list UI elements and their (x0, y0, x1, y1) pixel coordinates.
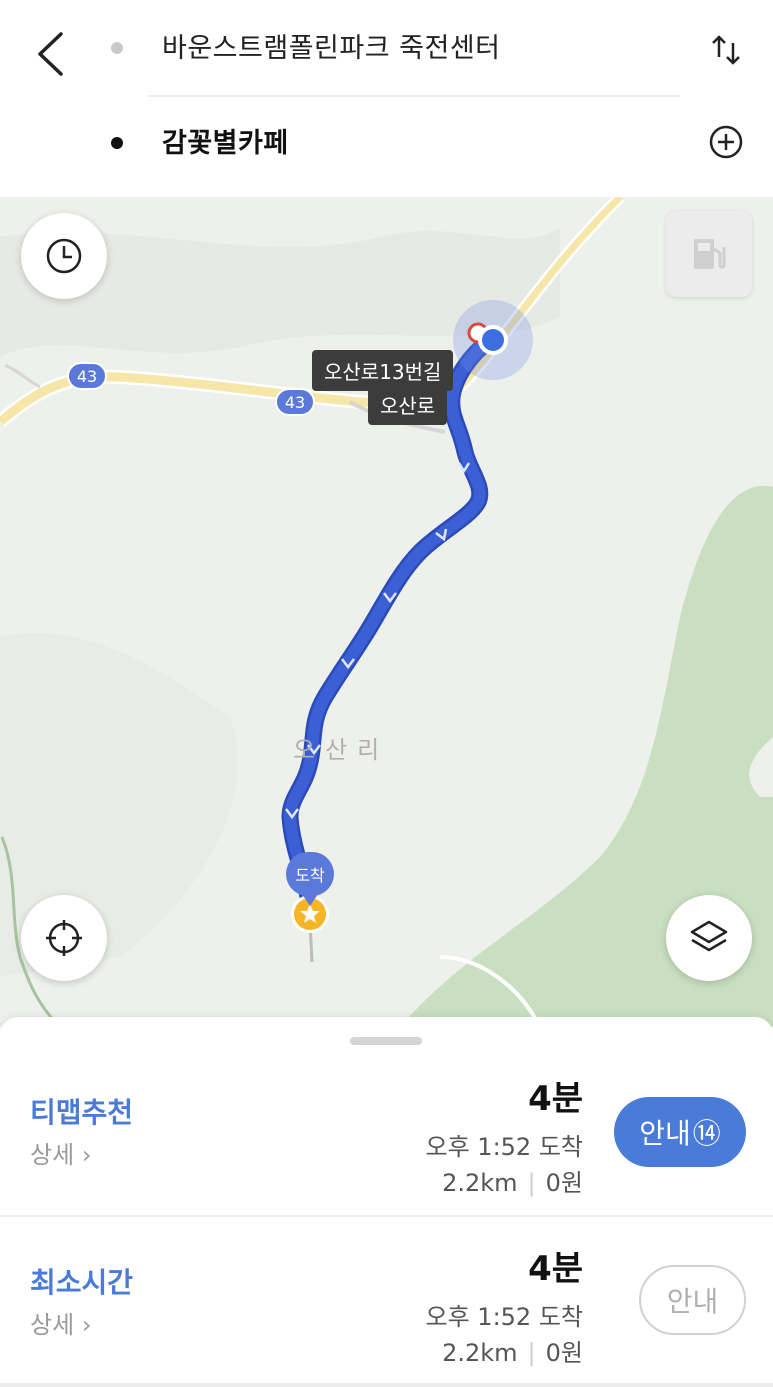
route-cost: 0원 (545, 1169, 583, 1197)
route-duration: 4분 (528, 1249, 583, 1289)
bottom-edge (0, 1383, 773, 1387)
current-location-dot (482, 329, 504, 351)
back-arrow-icon (38, 32, 63, 76)
route-title: 티맵추천 (30, 1096, 134, 1129)
guidance-count-badge: ⑭ (692, 1117, 721, 1150)
destination-field[interactable]: 감꽃별카페 (162, 121, 289, 160)
back-button[interactable] (30, 26, 70, 82)
chevron-right-icon: › (81, 1311, 92, 1339)
route-option-recommended[interactable]: 티맵추천 상세 › 4분 오후 1:52 도착 2.2km | 0원 안내 ⑭ (0, 1047, 773, 1217)
detail-label: 상세 (30, 1311, 75, 1339)
route-info: 2.2km | 0원 (442, 1163, 583, 1198)
detail-label: 상세 (30, 1141, 75, 1169)
fuel-button[interactable] (666, 211, 752, 297)
add-waypoint-icon (709, 125, 743, 159)
route-option-fastest[interactable]: 최소시간 상세 › 4분 오후 1:52 도착 2.2km | 0원 안내 (0, 1217, 773, 1387)
guidance-label: 안내 (639, 1117, 691, 1150)
layers-icon (690, 920, 728, 952)
route-detail-link[interactable]: 상세 › (30, 1305, 91, 1340)
arrive-pin: 도착 (286, 852, 334, 906)
origin-field[interactable]: 바운스트램폴린파크 죽전센터 (162, 26, 501, 65)
route-cost: 0원 (545, 1339, 583, 1367)
route-arrival: 오후 1:52 도착 (425, 1133, 583, 1161)
info-separator: | (527, 1339, 536, 1367)
start-guidance-button[interactable]: 안내 (639, 1265, 746, 1335)
sheet-grabber[interactable] (350, 1037, 422, 1045)
chevron-right-icon: › (81, 1141, 92, 1169)
fuel-icon (694, 239, 726, 269)
layers-button[interactable] (666, 895, 752, 981)
route-distance: 2.2km (442, 1339, 518, 1367)
info-separator: | (527, 1169, 536, 1197)
route-arrival: 오후 1:52 도착 (425, 1303, 583, 1331)
history-button[interactable] (21, 213, 107, 299)
route-search-header: 바운스트램폴린파크 죽전센터 감꽃별카페 (0, 0, 773, 197)
route-duration: 4분 (528, 1079, 583, 1119)
route-distance: 2.2km (442, 1169, 518, 1197)
swap-button[interactable] (704, 28, 748, 72)
clock-icon (46, 238, 82, 274)
route-detail-link[interactable]: 상세 › (30, 1135, 91, 1170)
route-title: 최소시간 (30, 1266, 134, 1299)
road-label: 오산로13번길 (312, 350, 454, 391)
place-label: 오산리 (293, 736, 390, 764)
add-waypoint-button[interactable] (704, 120, 748, 164)
crosshair-icon (46, 920, 82, 956)
current-location-button[interactable] (21, 895, 107, 981)
minor-road (4, 363, 41, 389)
swap-icon (712, 35, 740, 65)
origin-dot (111, 42, 123, 54)
start-guidance-button[interactable]: 안내 ⑭ (614, 1097, 746, 1167)
map-view[interactable]: 43 43 오산로 오산로13번길 오산리 도착 (0, 197, 773, 1027)
route-number-badge: 43 (67, 362, 107, 390)
field-divider (148, 95, 680, 97)
destination-dot (111, 137, 123, 149)
route-info: 2.2km | 0원 (442, 1333, 583, 1368)
map-canvas (0, 197, 773, 1027)
route-number-badge: 43 (275, 388, 315, 416)
